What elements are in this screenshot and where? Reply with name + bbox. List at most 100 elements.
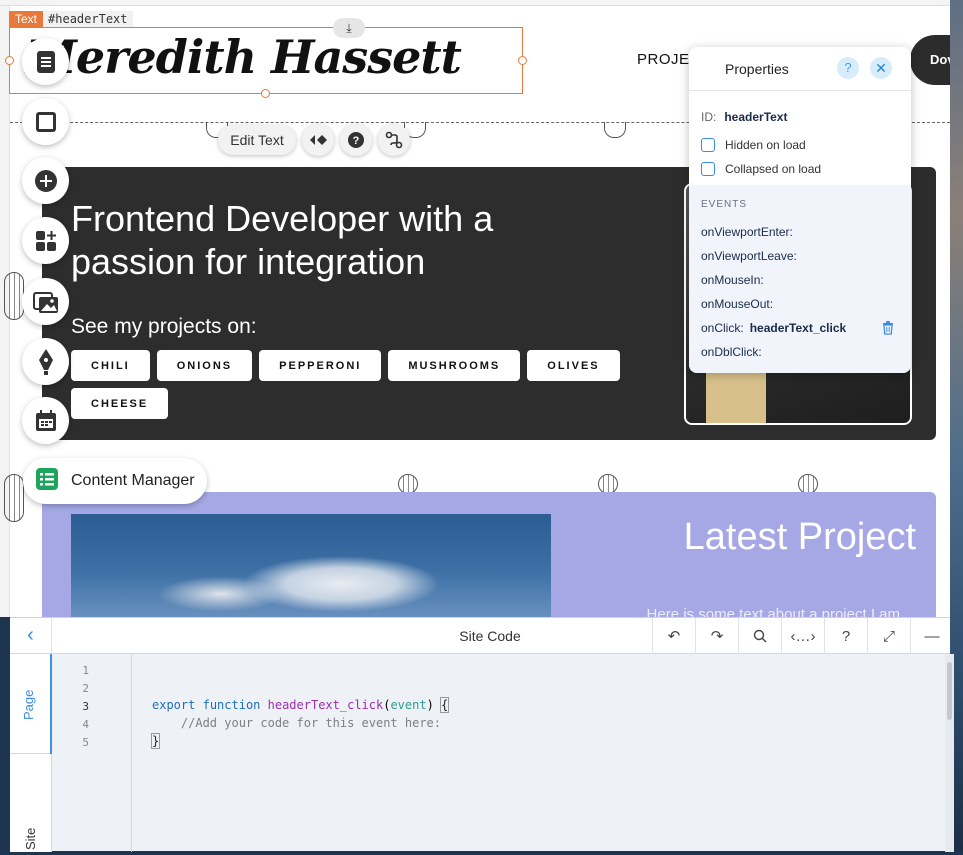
top-ruler xyxy=(0,0,950,6)
line-number-gutter: 1 2 3 4 5 xyxy=(52,654,132,852)
background-icon[interactable] xyxy=(22,98,69,145)
event-row[interactable]: onClick: headerText_click xyxy=(701,321,846,335)
code-token: export xyxy=(152,698,196,712)
properties-panel: Properties ? ✕ ID: headerText Hidden on l… xyxy=(689,47,911,373)
checkbox-icon[interactable] xyxy=(701,162,715,176)
line-number: 1 xyxy=(82,664,89,677)
tag-button[interactable]: PEPPERONI xyxy=(259,350,382,381)
event-name: onDblClick: xyxy=(701,345,762,359)
search-icon[interactable] xyxy=(738,618,781,654)
project-image[interactable] xyxy=(71,514,551,617)
event-row[interactable]: onMouseIn: xyxy=(701,273,764,287)
bookings-calendar-icon[interactable] xyxy=(22,397,69,444)
element-id-value[interactable]: headerText xyxy=(724,110,787,124)
resize-handle-left[interactable] xyxy=(5,56,14,65)
svg-text:?: ? xyxy=(353,135,360,147)
tag-button[interactable]: ONIONS xyxy=(156,350,253,381)
latest-project-text[interactable]: Here is some text about a project I am xyxy=(647,606,900,617)
event-name: onMouseIn: xyxy=(701,273,764,287)
redo-icon[interactable]: ↷ xyxy=(695,618,738,654)
pin-decoration xyxy=(4,474,24,522)
animation-icon[interactable] xyxy=(302,124,334,156)
pin-decoration xyxy=(798,474,818,494)
trash-icon[interactable] xyxy=(882,321,894,340)
selection-id-label: #headerText xyxy=(43,11,133,27)
maximize-icon[interactable]: ⤢ xyxy=(867,618,910,654)
edit-text-button[interactable]: Edit Text xyxy=(218,125,296,155)
element-id-label: ID: xyxy=(701,110,717,124)
blog-pen-icon[interactable] xyxy=(22,338,69,385)
resize-handle-right[interactable] xyxy=(518,56,527,65)
tag-list: CHILI ONIONS PEPPERONI MUSHROOMS OLIVES … xyxy=(71,350,631,419)
code-token: event xyxy=(390,698,427,712)
latest-project-title[interactable]: Latest Project xyxy=(684,516,916,559)
tag-button[interactable]: MUSHROOMS xyxy=(388,350,521,381)
tag-button[interactable]: OLIVES xyxy=(527,350,620,381)
selection-box[interactable] xyxy=(5,27,527,98)
properties-close-icon[interactable]: ✕ xyxy=(870,57,892,79)
latest-project-section[interactable]: Latest Project Here is some text about a… xyxy=(42,492,936,617)
code-line[interactable]: } xyxy=(150,733,161,749)
code-brace: } xyxy=(150,733,161,749)
events-section: EVENTS onViewportEnter: onViewportLeave:… xyxy=(689,185,911,373)
collapsed-on-load-checkbox[interactable]: Collapsed on load xyxy=(701,162,821,176)
tab-site-label: Site xyxy=(23,827,38,850)
resize-handle-bottom[interactable] xyxy=(261,89,270,98)
content-manager-button[interactable]: Content Manager xyxy=(23,458,207,504)
tag-button[interactable]: CHILI xyxy=(71,350,150,381)
properties-header: Properties ? ✕ xyxy=(689,47,911,91)
help-icon[interactable]: ? xyxy=(824,618,867,654)
event-name: onClick: xyxy=(701,321,744,335)
selection-tag: Text #headerText xyxy=(9,11,133,27)
checkbox-icon[interactable] xyxy=(701,138,715,152)
code-brace: { xyxy=(439,697,450,713)
hidden-on-load-label: Hidden on load xyxy=(725,138,806,152)
content-manager-icon xyxy=(35,467,59,496)
add-apps-icon[interactable] xyxy=(22,217,69,264)
line-number: 3 xyxy=(82,700,89,713)
line-number: 5 xyxy=(82,736,89,749)
event-name: onViewportEnter: xyxy=(701,225,793,239)
events-label: EVENTS xyxy=(701,199,748,210)
hero-subtitle[interactable]: See my projects on: xyxy=(71,315,257,339)
tab-page[interactable]: Page xyxy=(10,654,52,754)
desktop-background-bottom xyxy=(0,851,963,855)
code-scrollbar-thumb[interactable] xyxy=(947,662,952,720)
properties-title: Properties xyxy=(725,61,789,77)
code-line[interactable]: //Add your code for this event here: xyxy=(152,716,441,730)
pin-decoration xyxy=(398,474,418,494)
download-button[interactable]: Dov xyxy=(910,35,950,85)
event-row[interactable]: onViewportEnter: xyxy=(701,225,793,239)
event-handler-link[interactable]: headerText_click xyxy=(750,321,847,335)
element-id-row: ID: headerText xyxy=(701,110,787,124)
properties-help-icon[interactable]: ? xyxy=(837,57,859,79)
media-icon[interactable] xyxy=(22,278,69,325)
line-number: 2 xyxy=(82,682,89,695)
editor-canvas[interactable]: Meredith Hassett Text #headerText ⤓ PROJ… xyxy=(0,0,950,617)
event-row[interactable]: onDblClick: xyxy=(701,345,762,359)
code-token: headerText_click xyxy=(267,698,384,712)
code-comment: //Add your code for this event here: xyxy=(180,716,441,730)
code-token: function xyxy=(202,698,261,712)
tag-button[interactable]: CHEESE xyxy=(71,388,169,419)
event-name: onViewportLeave: xyxy=(701,249,797,263)
tab-page-label: Page xyxy=(21,689,36,720)
connect-icon[interactable] xyxy=(378,124,410,156)
code-line[interactable]: export function headerText_click(event) … xyxy=(152,697,450,713)
content-manager-label: Content Manager xyxy=(71,472,195,489)
code-format-icon[interactable]: ‹…› xyxy=(781,618,824,654)
undo-icon[interactable]: ↶ xyxy=(652,618,695,654)
help-icon[interactable]: ? xyxy=(340,124,372,156)
collapsed-on-load-label: Collapsed on load xyxy=(725,162,822,176)
selection-type-label: Text xyxy=(9,11,44,27)
add-icon[interactable] xyxy=(22,157,69,204)
event-row[interactable]: onMouseOut: xyxy=(701,297,773,311)
hero-title[interactable]: Frontend Developer with a passion for in… xyxy=(71,197,591,283)
pin-decoration xyxy=(4,272,24,320)
pages-icon[interactable] xyxy=(22,38,69,85)
download-icon[interactable]: ⤓ xyxy=(333,18,365,38)
element-action-bar: Edit Text ? xyxy=(218,124,410,156)
hidden-on-load-checkbox[interactable]: Hidden on load xyxy=(701,138,806,152)
event-row[interactable]: onViewportLeave: xyxy=(701,249,797,263)
minimize-icon[interactable]: — xyxy=(910,618,953,654)
